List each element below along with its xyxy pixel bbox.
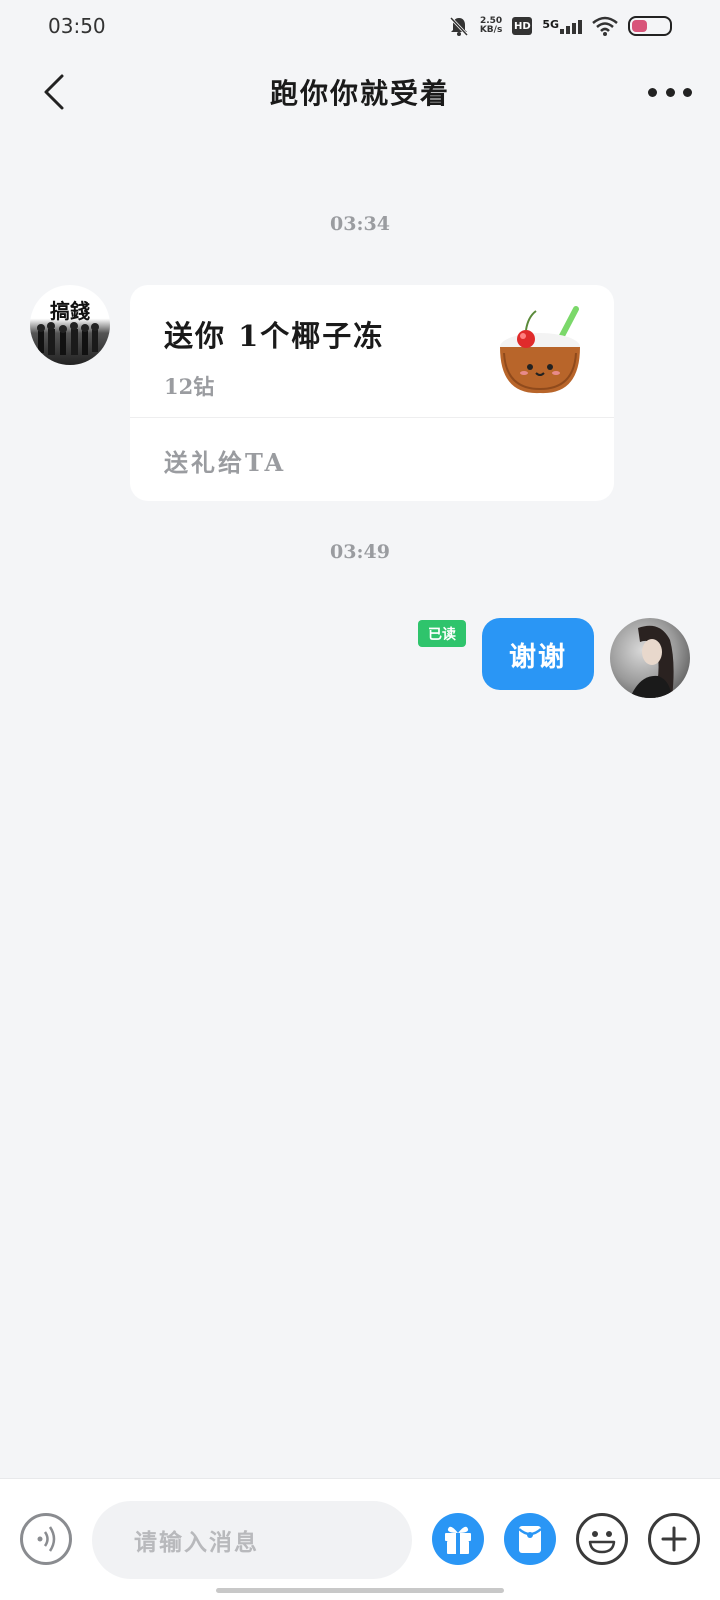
message-timestamp: 03:49 <box>330 541 390 563</box>
voice-input-button[interactable] <box>20 1513 72 1565</box>
my-avatar[interactable] <box>610 618 690 698</box>
status-bar: 03:50 2.50 KB/s HD 5G <box>0 0 720 52</box>
message-input[interactable]: 请输入消息 <box>92 1501 412 1579</box>
gift-title: 送你 1个椰子冻 <box>164 319 385 353</box>
avatar-photo-figures <box>37 322 99 355</box>
back-arrow-icon[interactable] <box>38 72 78 112</box>
status-time: 03:50 <box>48 14 106 38</box>
message-timestamp: 03:34 <box>330 213 390 235</box>
read-status-badge: 已读 <box>418 620 466 647</box>
battery-icon <box>628 16 672 36</box>
send-gift-link[interactable]: 送礼给TA <box>164 443 286 478</box>
home-indicator[interactable] <box>216 1588 504 1593</box>
card-divider <box>130 417 614 418</box>
more-options-icon[interactable] <box>648 74 692 110</box>
signal-icon: 5G <box>542 18 582 34</box>
contact-avatar[interactable]: 搞錢 <box>30 285 110 365</box>
red-packet-button[interactable] <box>504 1513 556 1565</box>
net-speed-unit: KB/s <box>479 25 503 35</box>
more-dot-2 <box>665 87 675 97</box>
emoji-button[interactable] <box>576 1513 628 1565</box>
signal-label: 5G <box>542 18 559 31</box>
more-dot-3 <box>683 87 692 97</box>
gift-button[interactable] <box>432 1513 484 1565</box>
nav-bar: 跑你你就受着 <box>0 52 720 132</box>
voice-icon <box>37 1526 56 1552</box>
emoji-icon <box>588 1531 616 1554</box>
more-actions-button[interactable] <box>648 1513 700 1565</box>
gift-icon <box>445 1526 471 1554</box>
gift-message-card[interactable]: 送你 1个椰子冻 12钻 送礼给TA <box>130 285 614 501</box>
net-speed: 2.50 KB/s <box>480 17 502 35</box>
coconut-jelly-icon <box>500 306 580 394</box>
avatar-portrait <box>630 625 674 698</box>
gift-price: 12钻 <box>164 374 215 399</box>
red-packet-icon <box>518 1526 542 1553</box>
wifi-icon <box>592 16 618 36</box>
status-icons: 2.50 KB/s HD 5G <box>448 15 672 37</box>
bell-muted-icon <box>449 16 468 37</box>
plus-icon <box>661 1526 687 1552</box>
more-dot-1 <box>648 87 657 97</box>
my-message-bubble[interactable]: 谢谢 <box>482 618 594 690</box>
page-title: 跑你你就受着 <box>269 77 450 110</box>
battery-level <box>632 20 647 32</box>
hd-icon: HD <box>512 17 533 35</box>
input-bar: 请输入消息 <box>0 1478 720 1600</box>
